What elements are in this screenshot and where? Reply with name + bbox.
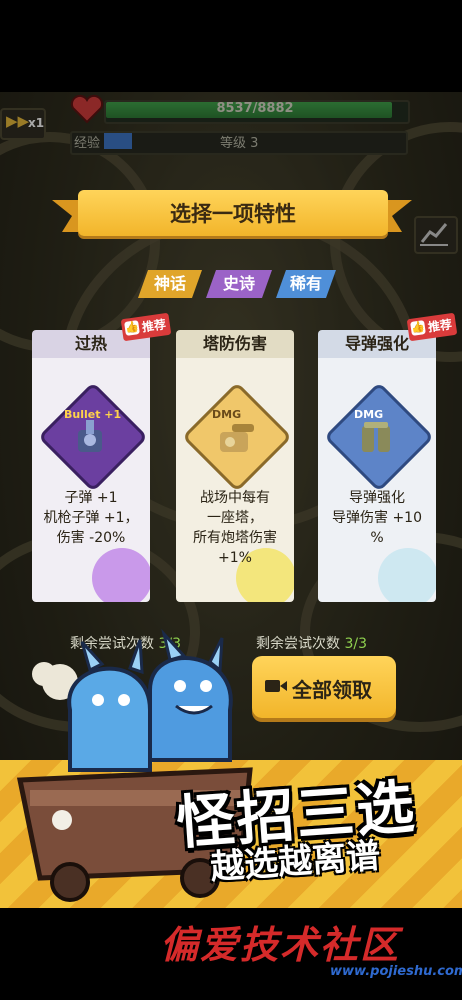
perk-card-title: 塔防伤害 [176, 330, 294, 358]
perk-card-body: Bullet +1 子弹 +1 机枪子弹 +1， 伤害 -20% [32, 358, 150, 602]
perk-card-missile-boost[interactable]: 导弹强化 DMG 导弹强化 导弹伤害 +10 % [318, 330, 436, 602]
thumbs-up-icon: 👍 [410, 320, 426, 336]
perk-card-body: DMG 战场中每有 一座塔， 所有炮塔伤害 +1% [176, 358, 294, 602]
retries-remaining-right: 剩余尝试次数 3/3 [256, 636, 367, 652]
claim-all-label: 全部领取 [292, 678, 372, 702]
perk-description: 子弹 +1 机枪子弹 +1， 伤害 -20% [43, 490, 139, 546]
gun-turret-icon: Bullet +1 [58, 402, 122, 466]
missile-launcher-icon: DMG [344, 402, 408, 466]
rarity-tag-epic: 史诗 [206, 270, 272, 298]
perk-card-body: DMG 导弹强化 导弹伤害 +10 % [318, 358, 436, 602]
perk-card-overheat[interactable]: 过热 Bullet +1 子弹 +1 机枪子弹 +1， 伤害 -20% [32, 330, 150, 602]
perk-description: 导弹强化 导弹伤害 +10 % [332, 490, 422, 546]
thumbs-up-icon: 👍 [124, 320, 140, 336]
watermark-url: www.pojieshu.com [330, 964, 462, 979]
rarity-tag-rare: 稀有 [276, 270, 336, 298]
watermark-text: 偏爱技术社区 [160, 923, 401, 967]
perk-description: 战场中每有 一座塔， 所有炮塔伤害 +1% [193, 490, 277, 566]
paint-splash [378, 548, 436, 602]
paint-splash [92, 548, 150, 602]
dialog-title: 选择一项特性 [170, 202, 296, 226]
cannon-tower-icon: DMG [202, 402, 266, 466]
rarity-tag-mythic: 神话 [138, 270, 202, 298]
perk-card-tower-damage[interactable]: 塔防伤害 DMG 战场中每有 一座塔， 所有炮塔伤害 +1% [176, 330, 294, 602]
